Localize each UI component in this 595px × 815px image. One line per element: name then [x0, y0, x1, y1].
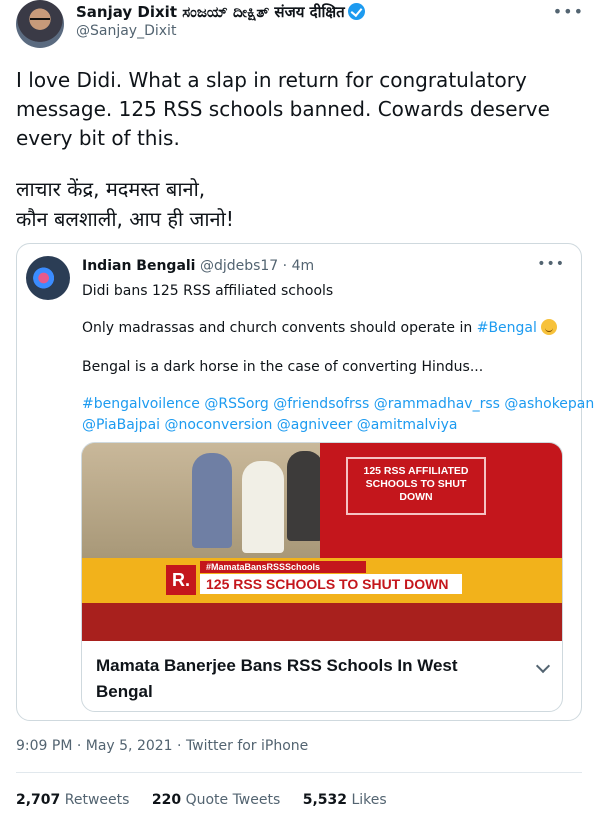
- tweet-hindi-text: लाचार केंद्र, मदमस्त बानो, कौन बलशाली, आ…: [16, 174, 576, 234]
- hashtag-bengal-link[interactable]: #Bengal: [477, 320, 537, 336]
- author-handle[interactable]: @Sanjay_Dixit: [76, 23, 176, 39]
- verified-badge-icon: [347, 3, 365, 20]
- retweets-label: Retweets: [64, 792, 130, 808]
- tweet-timestamp[interactable]: 9:09 PM · May 5, 2021 · Twitter for iPho…: [16, 738, 308, 754]
- quoted-line-2-text: Only madrassas and church convents shoul…: [82, 320, 473, 336]
- quoted-author-name[interactable]: Indian Bengali: [82, 258, 195, 274]
- quoted-author-handle[interactable]: @djdebs17: [200, 258, 278, 274]
- quoted-line-3: Bengal is a dark horse in the case of co…: [82, 359, 484, 375]
- retweets-stat[interactable]: 2,707 Retweets: [16, 792, 129, 808]
- quote-tweets-stat[interactable]: 220 Quote Tweets: [152, 792, 280, 808]
- image-bottom-strip: [82, 603, 562, 641]
- quoted-author-avatar[interactable]: [26, 256, 70, 300]
- link-card-title[interactable]: Mamata Banerjee Bans RSS Schools In West…: [96, 653, 516, 705]
- quoted-mentions-line-1[interactable]: #bengalvoilence @RSSorg @friendsofrss @r…: [82, 394, 595, 414]
- image-breaking-box: 125 RSS AFFILIATED SCHOOLS TO SHUT DOWN: [346, 457, 486, 515]
- quoted-more-options-icon[interactable]: •••: [537, 256, 565, 272]
- more-options-icon[interactable]: •••: [553, 2, 584, 21]
- quoted-tweet[interactable]: Indian Bengali @djdebs17 · 4m ••• Didi b…: [16, 243, 595, 721]
- likes-label: Likes: [351, 792, 387, 808]
- tweet-text: I love Didi. What a slap in return for c…: [16, 68, 550, 150]
- smiley-emoji-icon: [541, 319, 558, 335]
- hindi-line-1: लाचार केंद्र, मदमस्त बानो,: [16, 177, 206, 201]
- quoted-mentions-line-2[interactable]: @PiaBajpai @noconversion @agniveer @amit…: [82, 415, 457, 435]
- author-name-line[interactable]: Sanjay Dixit ಸಂಜಯ್ ದೀಕ್ಷಿತ್ संजय दीक्षित: [76, 2, 365, 22]
- divider: [16, 772, 582, 773]
- image-person: [242, 461, 284, 553]
- link-card-image[interactable]: 125 RSS AFFILIATED SCHOOLS TO SHUT DOWN …: [82, 443, 562, 641]
- likes-stat[interactable]: 5,532 Likes: [303, 792, 387, 808]
- quoted-line-1: Didi bans 125 RSS affiliated schools: [82, 283, 334, 299]
- avatar-glasses: [30, 18, 50, 23]
- chevron-down-icon[interactable]: [535, 658, 551, 674]
- image-person: [192, 453, 232, 548]
- image-hashtag-bar: #MamataBansRSSSchools: [200, 561, 366, 573]
- image-headline: 125 RSS SCHOOLS TO SHUT DOWN: [200, 574, 462, 594]
- quotes-label: Quote Tweets: [185, 792, 281, 808]
- image-person: [287, 451, 323, 541]
- tweet-stats: 2,707 Retweets 220 Quote Tweets 5,532 Li…: [16, 792, 405, 808]
- hindi-line-2: कौन बलशाली, आप ही जानो!: [16, 207, 234, 231]
- quoted-line-2: Only madrassas and church convents shoul…: [82, 318, 558, 338]
- quotes-count: 220: [151, 792, 182, 808]
- tweet-header: Sanjay Dixit ಸಂಜಯ್ ದೀಕ್ಷಿತ್ संजय दीक्षित…: [16, 0, 586, 50]
- likes-count: 5,532: [302, 792, 348, 808]
- author-name[interactable]: Sanjay Dixit ಸಂಜಯ್ ದೀಕ್ಷಿತ್ संजय दीक्षित: [76, 3, 345, 21]
- retweets-count: 2,707: [16, 792, 61, 808]
- image-channel-logo: R.: [166, 565, 196, 595]
- quoted-tweet-time[interactable]: · 4m: [283, 258, 314, 274]
- link-card[interactable]: 125 RSS AFFILIATED SCHOOLS TO SHUT DOWN …: [81, 442, 563, 712]
- author-avatar[interactable]: [16, 0, 64, 48]
- quoted-author-line[interactable]: Indian Bengali @djdebs17 · 4m: [82, 258, 314, 274]
